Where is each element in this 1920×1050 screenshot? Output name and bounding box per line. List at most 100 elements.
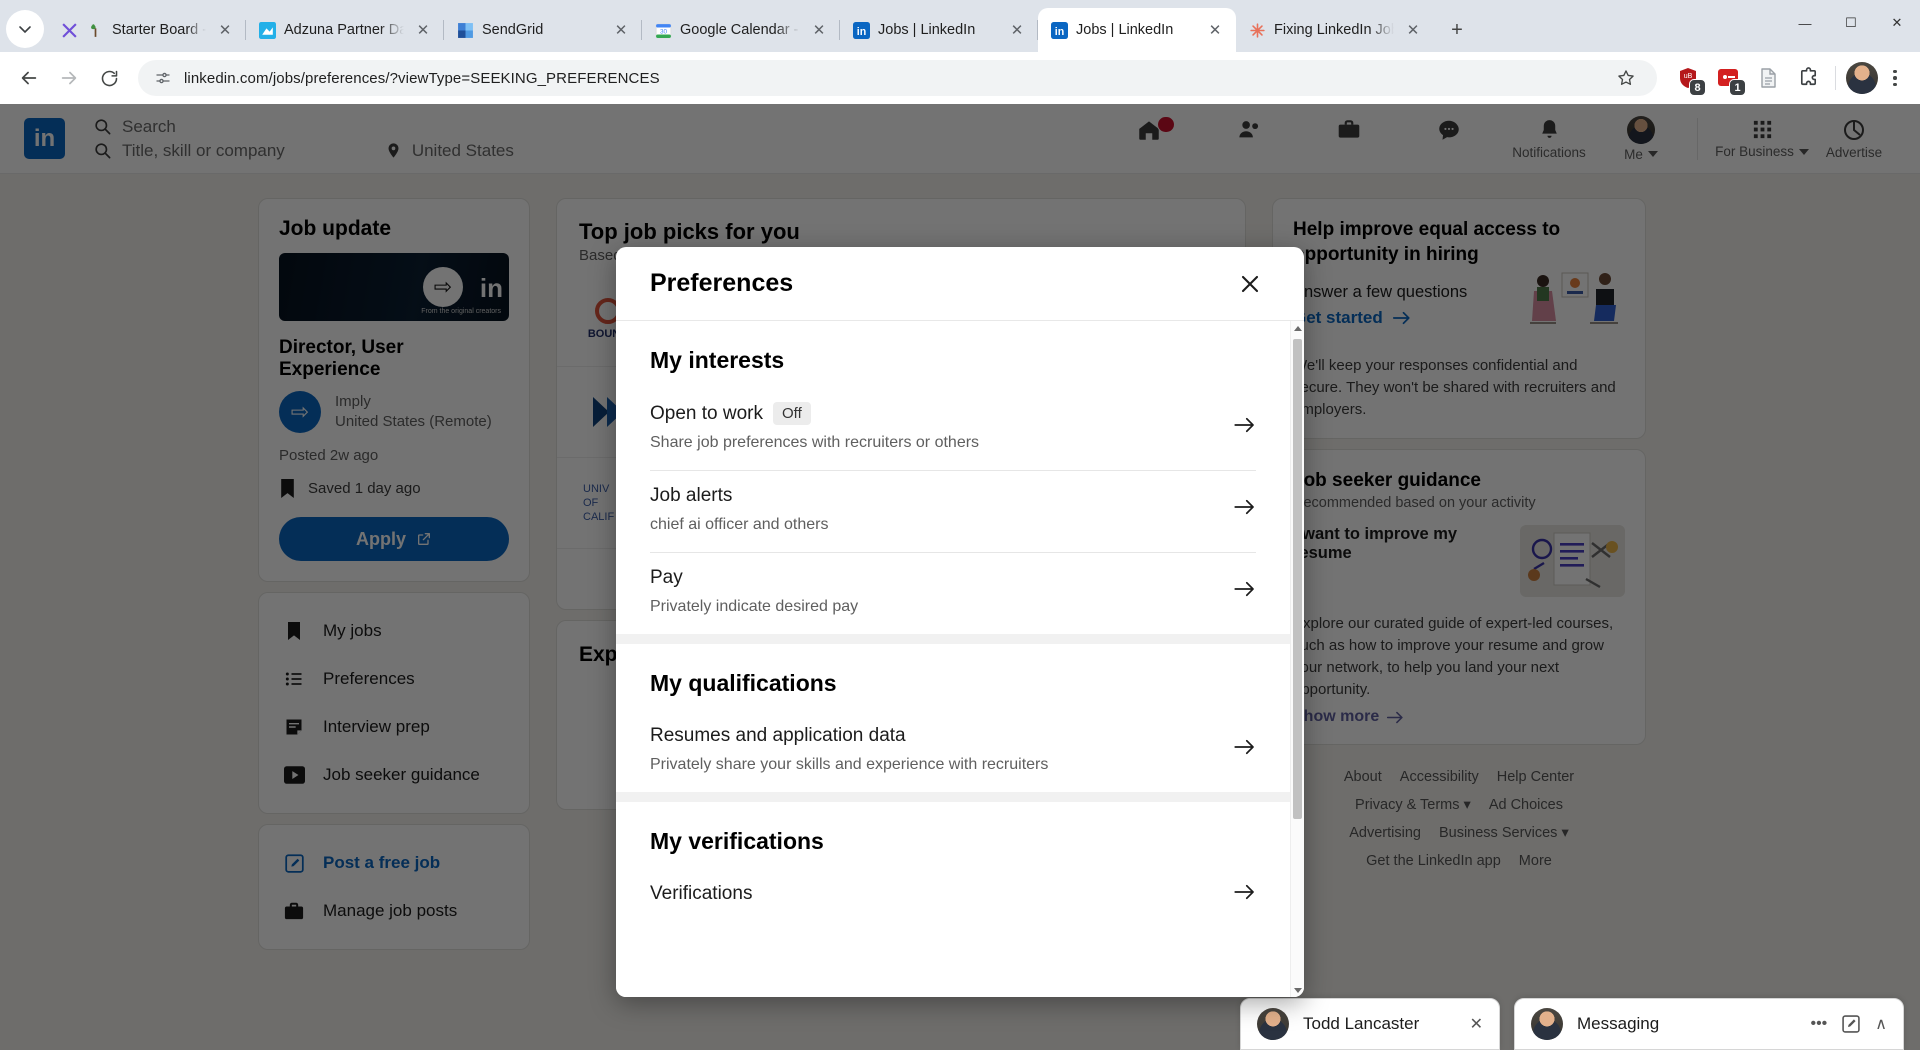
close-icon[interactable]: [1230, 264, 1270, 304]
row-description: Privately share your skills and experien…: [650, 756, 1049, 773]
adblock-extension[interactable]: 1: [1711, 61, 1746, 96]
ublock-origin-extension[interactable]: uB 8: [1671, 61, 1706, 96]
browser-tab[interactable]: SendGrid ✕: [444, 8, 642, 52]
tab-close-icon[interactable]: ✕: [610, 19, 632, 41]
reload-button[interactable]: [90, 59, 128, 97]
maximize-button[interactable]: ☐: [1828, 0, 1874, 46]
dot: [1893, 69, 1897, 74]
row-label: Open to work: [650, 402, 763, 424]
modal-section-my-interests: My interests Open to work Off Share job …: [616, 321, 1290, 634]
address-bar[interactable]: linkedin.com/jobs/preferences/?viewType=…: [138, 60, 1657, 96]
browser-tab-active[interactable]: in Jobs | LinkedIn ✕: [1038, 8, 1236, 52]
svg-text:in: in: [856, 25, 865, 37]
browser-tab[interactable]: 30 Google Calendar - W ✕: [642, 8, 840, 52]
adzuna-icon: [258, 21, 276, 39]
chrome-menu-button[interactable]: [1880, 61, 1910, 95]
arrow-right-icon: [1234, 499, 1256, 520]
modal-header: Preferences: [616, 247, 1304, 321]
profile-avatar[interactable]: [1846, 62, 1878, 94]
section-divider: [616, 634, 1290, 644]
tab-close-icon[interactable]: ✕: [1006, 19, 1028, 41]
modal-scroll-area: My interests Open to work Off Share job …: [616, 321, 1290, 997]
tab-title: Jobs | LinkedIn: [1076, 22, 1174, 38]
chevron-up-icon[interactable]: ∧: [1875, 1014, 1887, 1034]
tab-strip: Starter Board - Jo ✕ Adzuna Partner Dash…: [0, 0, 1920, 52]
page-viewport: in Search Title, skill or company United…: [0, 104, 1920, 1050]
scrollbar-thumb[interactable]: [1293, 339, 1302, 819]
tab-close-icon[interactable]: ✕: [214, 19, 236, 41]
browser-window: Starter Board - Jo ✕ Adzuna Partner Dash…: [0, 0, 1920, 1050]
modal-section-my-qualifications: My qualifications Resumes and applicatio…: [616, 644, 1290, 792]
messaging-bar[interactable]: Messaging ••• ∧: [1514, 998, 1904, 1050]
forward-button[interactable]: [50, 59, 88, 97]
arrow-right-icon: [1234, 884, 1256, 905]
avatar: [1531, 1008, 1563, 1040]
preferences-modal: Preferences My interests Open to work Of…: [616, 247, 1304, 997]
avatar: [1257, 1008, 1289, 1040]
reading-list-extension[interactable]: [1751, 61, 1785, 95]
row-description: chief ai officer and others: [650, 516, 829, 533]
reload-icon: [101, 70, 117, 86]
minimize-button[interactable]: —: [1782, 0, 1828, 46]
avatar-image: [1846, 62, 1878, 94]
row-label-wrap: Pay: [650, 567, 858, 589]
pref-row-pay[interactable]: Pay Privately indicate desired pay: [650, 553, 1256, 634]
pref-row-open-to-work[interactable]: Open to work Off Share job preferences w…: [650, 388, 1256, 471]
pref-row-verifications[interactable]: Verifications: [650, 869, 1256, 923]
section-heading: My qualifications: [650, 670, 837, 696]
close-window-button[interactable]: ✕: [1874, 0, 1920, 46]
modal-scrollbar[interactable]: [1290, 321, 1304, 997]
messaging-label: Messaging: [1577, 1014, 1660, 1033]
row-label: Pay: [650, 567, 683, 588]
row-description: Privately indicate desired pay: [650, 598, 859, 615]
extension-badge: 1: [1729, 79, 1746, 96]
dot: [1893, 76, 1897, 80]
modal-title: Preferences: [650, 269, 794, 297]
bookmark-star-icon[interactable]: [1609, 61, 1643, 95]
tab-close-icon[interactable]: ✕: [1402, 19, 1424, 41]
pref-row-job-alerts[interactable]: Job alerts chief ai officer and others: [650, 471, 1256, 553]
close-icon[interactable]: ✕: [1470, 1014, 1483, 1034]
arrow-left-icon: [21, 71, 37, 85]
tab-title: Starter Board - Jo: [112, 22, 206, 38]
sendgrid-icon: [456, 21, 474, 39]
triangle-down-icon: [1293, 987, 1302, 993]
conversation-bar[interactable]: Todd Lancaster ✕: [1240, 998, 1500, 1050]
back-button[interactable]: [10, 59, 48, 97]
browser-tab[interactable]: Starter Board - Jo ✕: [48, 8, 246, 52]
section-heading: My verifications: [650, 828, 824, 854]
tab-title: Adzuna Partner Dash: [284, 22, 404, 38]
claude-icon: [1248, 21, 1266, 39]
pref-row-resumes-and-application-data[interactable]: Resumes and application data Privately s…: [650, 711, 1256, 792]
site-settings-icon[interactable]: [154, 69, 172, 87]
toolbar-divider: [1835, 66, 1836, 90]
scroll-down-button[interactable]: [1291, 983, 1304, 997]
row-label: Resumes and application data: [650, 725, 906, 746]
browser-tab[interactable]: Fixing LinkedIn Job A ✕: [1236, 8, 1434, 52]
xai-icon: [60, 21, 78, 39]
row-label-wrap: Verifications: [650, 883, 752, 905]
row-description: Share job preferences with recruiters or…: [650, 434, 980, 451]
arrow-right-icon: [61, 71, 77, 85]
browser-tab[interactable]: Adzuna Partner Dash ✕: [246, 8, 444, 52]
conversation-name: Todd Lancaster: [1303, 1014, 1420, 1033]
extensions-puzzle-icon[interactable]: [1791, 61, 1825, 95]
row-label: Job alerts: [650, 485, 733, 506]
more-options-icon[interactable]: •••: [1810, 1015, 1827, 1033]
svg-text:in: in: [1054, 25, 1063, 37]
svg-text:30: 30: [659, 28, 667, 35]
compose-icon[interactable]: [1841, 1014, 1861, 1034]
new-tab-button[interactable]: +: [1440, 13, 1474, 47]
tab-search-button[interactable]: [6, 10, 44, 48]
url-text: linkedin.com/jobs/preferences/?viewType=…: [184, 69, 660, 87]
tab-close-icon[interactable]: ✕: [808, 19, 830, 41]
browser-tab[interactable]: in Jobs | LinkedIn ✕: [840, 8, 1038, 52]
tab-close-icon[interactable]: ✕: [412, 19, 434, 41]
tab-title: Fixing LinkedIn Job A: [1274, 22, 1394, 38]
arrow-right-icon: [1234, 739, 1256, 760]
row-label-wrap: Open to work Off: [650, 402, 979, 425]
scroll-up-button[interactable]: [1291, 321, 1304, 335]
tab-close-icon[interactable]: ✕: [1204, 19, 1226, 41]
arrow-right-icon: [1234, 581, 1256, 602]
status-badge: Off: [773, 402, 811, 425]
